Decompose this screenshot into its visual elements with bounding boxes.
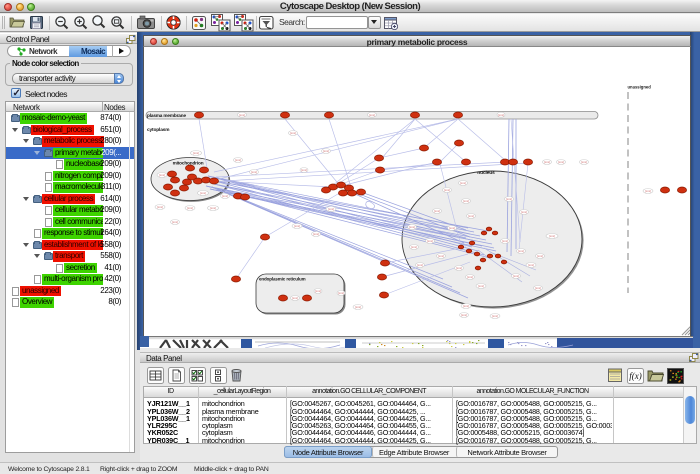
svg-text:[xxx]: [xxx] [355,305,361,309]
svg-text:mitochondrion: mitochondrion [173,161,204,166]
svg-text:[xxx]: [xxx] [467,275,473,279]
svg-text:[xxx]: [xxx] [159,173,165,177]
svg-text:[xxx]: [xxx] [468,214,474,218]
svg-text:[xxx]: [xxx] [251,170,257,174]
svg-text:cytoplasm: cytoplasm [147,127,169,133]
svg-text:[xxx]: [xxx] [544,160,550,164]
svg-text:[xxx]: [xxx] [478,284,484,288]
svg-text:[xxx]: [xxx] [535,286,541,290]
svg-text:[xxx]: [xxx] [369,113,375,117]
svg-text:[xxx]: [xxx] [239,113,245,117]
svg-text:[xxx]: [xxx] [506,197,512,201]
svg-text:[xxx]: [xxx] [558,160,564,164]
svg-text:[xxx]: [xxx] [323,149,329,153]
svg-text:[xxx]: [xxx] [456,266,462,270]
svg-text:[xxx]: [xxx] [518,249,524,253]
svg-text:[xxx]: [xxx] [313,232,319,236]
svg-text:[xxx]: [xxx] [498,113,504,117]
svg-text:[xxx]: [xxx] [417,263,423,267]
svg-text:f(x): f(x) [629,371,642,381]
svg-text:[xxx]: [xxx] [187,206,193,210]
svg-text:[xxx]: [xxx] [581,160,587,164]
svg-text:[xxx]: [xxx] [409,225,415,229]
svg-text:plasma membrane: plasma membrane [147,113,186,118]
svg-text:[xxx]: [xxx] [235,158,241,162]
svg-text:[xxx]: [xxx] [434,209,440,213]
svg-text:[xxx]: [xxx] [292,296,298,300]
svg-text:endoplasmic reticulum: endoplasmic reticulum [259,277,306,282]
svg-text:[xxx]: [xxx] [449,226,455,230]
svg-text:[xxx]: [xxx] [645,189,651,193]
svg-text:[xxx]: [xxx] [301,168,307,172]
svg-text:[xxx]: [xxx] [411,245,417,249]
svg-text:[xxx]: [xxx] [549,234,555,238]
svg-text:[xxx]: [xxx] [338,291,344,295]
svg-text:[xxx]: [xxx] [537,254,543,258]
svg-text:[xxx]: [xxx] [444,188,450,192]
svg-text:[xxx]: [xxx] [172,220,178,224]
svg-text:[xxx]: [xxx] [513,274,519,278]
svg-text:[xxx]: [xxx] [438,254,444,258]
svg-text:[xxx]: [xxx] [521,210,527,214]
svg-text:[xxx]: [xxx] [294,224,300,228]
svg-text:[xxx]: [xxx] [290,131,296,135]
svg-text:[xxx]: [xxx] [200,191,206,195]
svg-text:[xxx]: [xxx] [461,313,467,317]
svg-text:[xxx]: [xxx] [463,199,469,203]
svg-text:[xxx]: [xxx] [427,239,433,243]
svg-text:[xxx]: [xxx] [222,194,228,198]
svg-text:[xxx]: [xxx] [502,239,508,243]
svg-text:[xxx]: [xxx] [528,263,534,267]
svg-text:nucleus: nucleus [477,170,495,176]
svg-text:[xxx]: [xxx] [328,207,334,211]
svg-text:[xxx]: [xxx] [157,205,163,209]
svg-text:unassigned: unassigned [628,85,652,90]
svg-text:[xxx]: [xxx] [210,206,216,210]
svg-text:[xxx]: [xxx] [460,181,466,185]
svg-text:[xxx]: [xxx] [193,151,199,155]
svg-text:[xxx]: [xxx] [463,304,469,308]
svg-text:[xxx]: [xxx] [315,289,321,293]
svg-text:[xxx]: [xxx] [492,314,498,318]
